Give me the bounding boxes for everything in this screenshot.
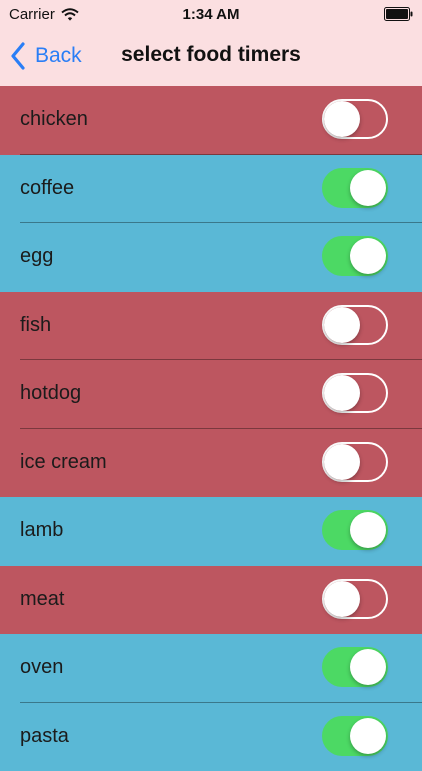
list-item-label: oven [20, 656, 63, 679]
list-item-label: ice cream [20, 451, 107, 474]
toggle-switch[interactable] [322, 168, 388, 208]
toggle-knob [350, 649, 386, 685]
toggle-knob [324, 307, 360, 343]
list-item-fish: fish [0, 292, 422, 361]
battery-icon [384, 7, 414, 21]
list-item-label: coffee [20, 177, 74, 200]
page-title: select food timers [0, 43, 422, 67]
toggle-switch[interactable] [322, 373, 388, 413]
food-timer-list: chicken coffee egg fish hotdog ice cream… [0, 86, 422, 771]
list-item-coffee: coffee [0, 155, 422, 224]
list-item-oven: oven [0, 634, 422, 703]
toggle-knob [350, 170, 386, 206]
toggle-switch[interactable] [322, 236, 388, 276]
status-bar: Carrier 1:34 AM [0, 0, 422, 30]
toggle-knob [350, 718, 386, 754]
list-item-label: pasta [20, 725, 69, 748]
toggle-switch[interactable] [322, 647, 388, 687]
list-item-chicken: chicken [0, 86, 422, 155]
toggle-switch[interactable] [322, 442, 388, 482]
list-item-hotdog: hotdog [0, 360, 422, 429]
navigation-bar: Back select food timers [0, 30, 422, 86]
top-bar: Carrier 1:34 AM [0, 0, 422, 86]
toggle-knob [324, 444, 360, 480]
list-item-label: fish [20, 314, 51, 337]
toggle-knob [324, 375, 360, 411]
list-item-label: meat [20, 588, 64, 611]
list-item-lamb: lamb [0, 497, 422, 566]
status-time: 1:34 AM [0, 6, 422, 23]
list-item-meat: meat [0, 566, 422, 635]
list-item-label: chicken [20, 108, 88, 131]
list-item-label: hotdog [20, 382, 81, 405]
toggle-knob [350, 238, 386, 274]
toggle-switch[interactable] [322, 579, 388, 619]
toggle-switch[interactable] [322, 99, 388, 139]
list-item-egg: egg [0, 223, 422, 292]
toggle-knob [350, 512, 386, 548]
list-item-ice-cream: ice cream [0, 429, 422, 498]
toggle-knob [324, 581, 360, 617]
list-item-label: lamb [20, 519, 63, 542]
toggle-switch[interactable] [322, 305, 388, 345]
list-item-label: egg [20, 245, 53, 268]
toggle-knob [324, 101, 360, 137]
toggle-switch[interactable] [322, 510, 388, 550]
list-item-pasta: pasta [0, 703, 422, 771]
